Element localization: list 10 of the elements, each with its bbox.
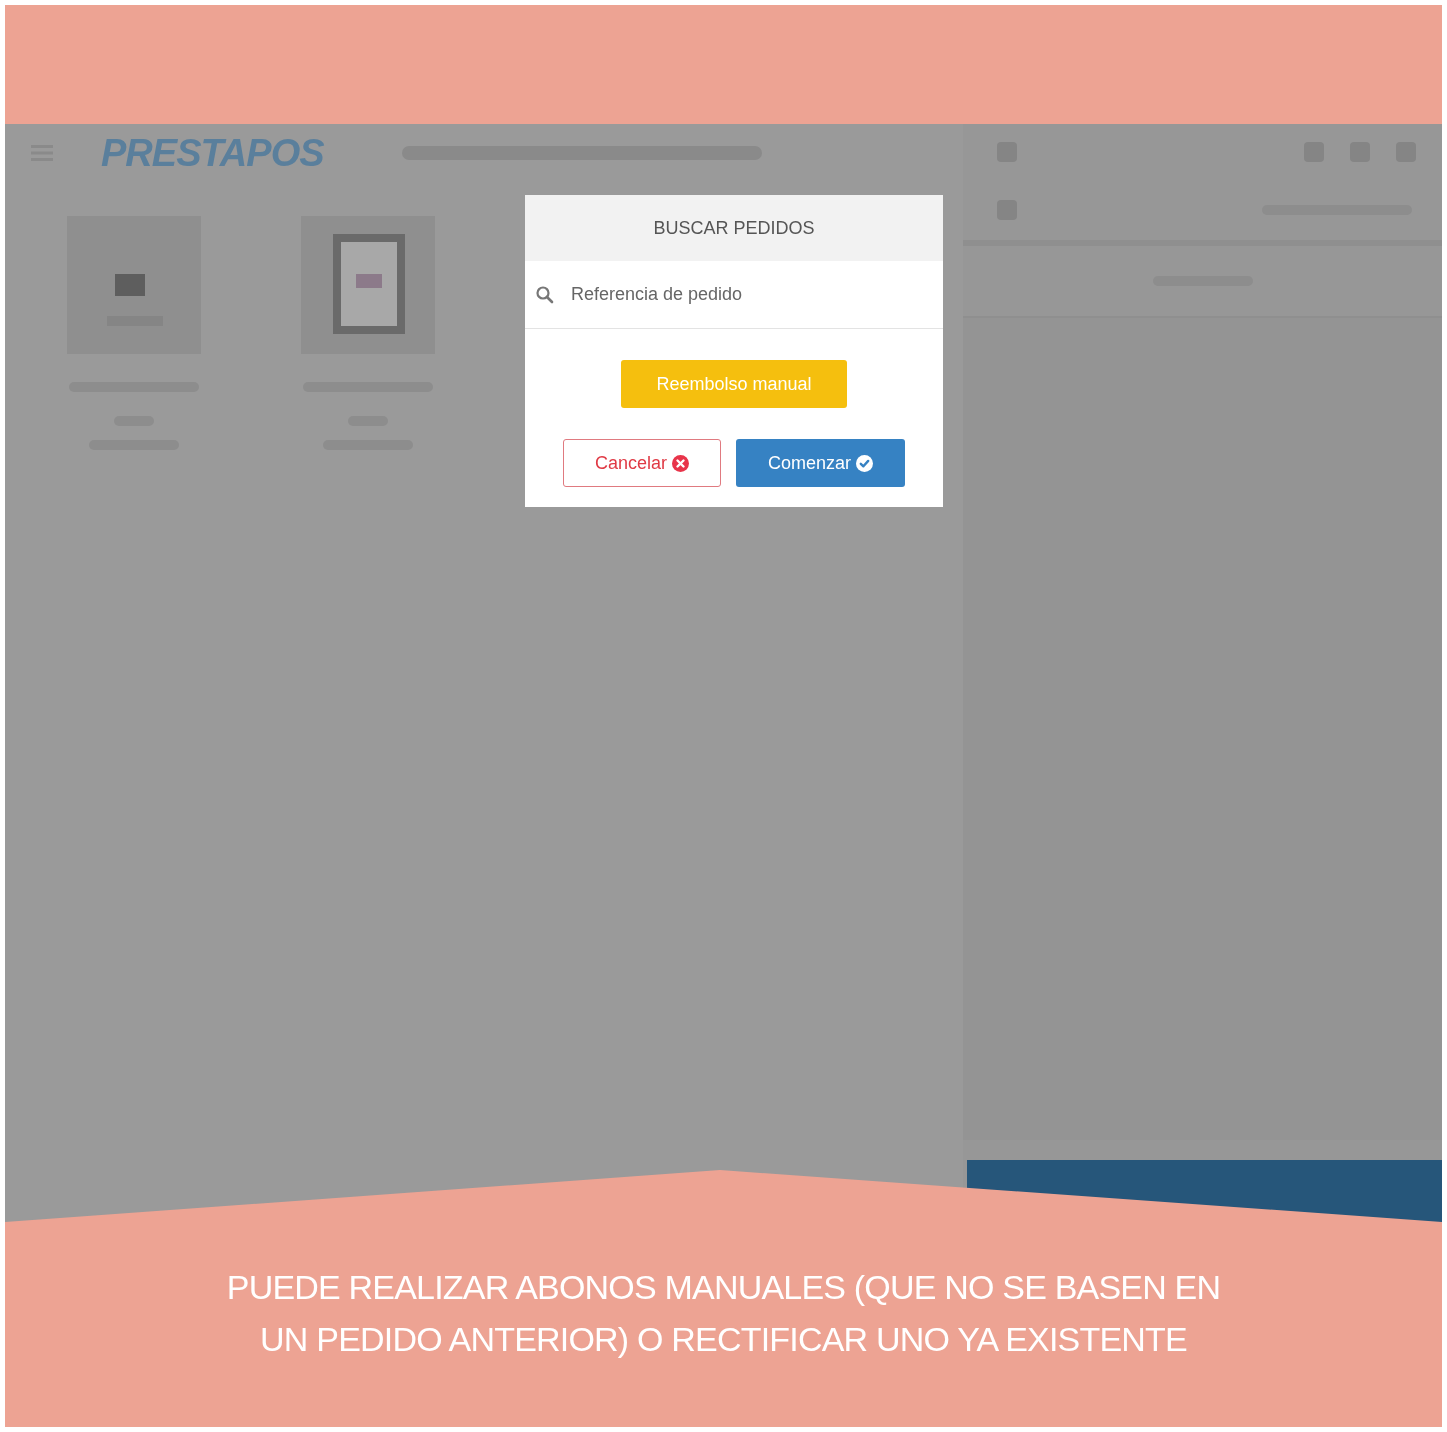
cancel-button[interactable]: Cancelar xyxy=(563,439,721,487)
caption-line: UN PEDIDO ANTERIOR) O RECTIFICAR UNO YA EXISTENTE xyxy=(260,1319,1187,1360)
dialog-title: BUSCAR PEDIDOS xyxy=(653,217,815,239)
caption-line: PUEDE REALIZAR ABONOS MANUALES (QUE NO SE BASEN EN xyxy=(226,1267,1221,1308)
confirm-button[interactable]: Comenzar xyxy=(736,439,905,487)
check-icon xyxy=(856,454,873,472)
close-icon xyxy=(672,454,689,472)
search-icon xyxy=(535,284,555,305)
logo: PRESTAPOS xyxy=(101,131,324,175)
search-field[interactable]: Referencia de pedido xyxy=(569,283,943,306)
